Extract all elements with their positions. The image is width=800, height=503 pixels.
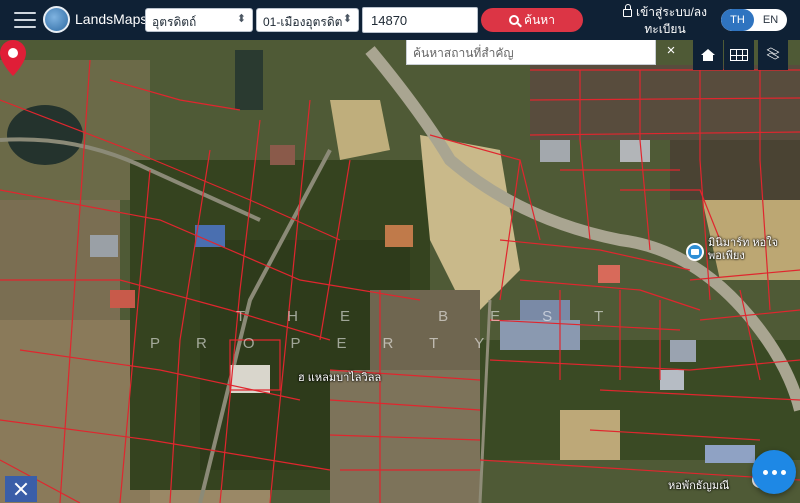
location-pin-icon[interactable]	[0, 40, 26, 76]
grid-icon	[730, 49, 748, 61]
postal-code-input[interactable]: 14870	[362, 7, 478, 33]
watermark-line2: PROPERTY	[150, 335, 521, 352]
search-icon	[509, 15, 520, 25]
lang-en-option[interactable]: EN	[754, 9, 787, 31]
province-select-value: อุตรดิตถ์	[152, 15, 197, 29]
measure-tool-button[interactable]	[5, 476, 37, 502]
search-button-label: ค้นหา	[524, 12, 555, 27]
pin-label: ฮ แหลมบาไลวิลล	[298, 372, 382, 384]
top-navbar: LandsMaps อุตรดิตถ์ ⬍ 01-เมืองอุตรดิต ⬍ …	[0, 0, 800, 40]
language-toggle[interactable]: TH EN	[721, 9, 787, 31]
home-icon	[701, 49, 715, 61]
more-options-button[interactable]	[752, 450, 796, 494]
landsmaps-logo-icon[interactable]	[43, 6, 70, 33]
layers-icon	[766, 47, 780, 62]
parcel-grid-button[interactable]	[724, 40, 754, 70]
dorm-poi-label: หอพักธัญมณี	[668, 480, 730, 492]
chevron-updown-icon: ⬍	[342, 13, 352, 25]
search-button[interactable]: ค้นหา	[481, 8, 583, 32]
poi-search-input[interactable]: ค้นหาสถานที่สำคัญ	[406, 40, 656, 65]
satellite-map[interactable]: THE BEST PROPERTY ฮ แหลมบาไลวิลล มินิมาร…	[0, 40, 800, 503]
shop-poi-icon[interactable]	[686, 243, 704, 261]
lang-th-option[interactable]: TH	[721, 9, 754, 31]
more-dots-icon	[762, 469, 768, 475]
layers-button[interactable]	[758, 40, 788, 70]
brand-name: LandsMaps	[75, 11, 148, 27]
province-select[interactable]: อุตรดิตถ์ ⬍	[145, 8, 253, 32]
lock-icon	[622, 4, 632, 17]
login-register-label: เข้าสู่ระบบ/ลงทะเบียน	[635, 5, 708, 36]
district-select-value: 01-เมืองอุตรดิต	[263, 15, 343, 29]
close-icon[interactable]: ×	[660, 42, 682, 62]
shop-poi-label: มินิมาร์ท หอใจ พอเพียง	[708, 237, 779, 262]
measure-tool-icon	[14, 482, 28, 496]
home-button[interactable]	[693, 40, 723, 70]
map-imagery	[0, 40, 800, 503]
hamburger-menu-icon[interactable]	[14, 12, 36, 28]
chevron-updown-icon: ⬍	[236, 13, 246, 25]
district-select[interactable]: 01-เมืองอุตรดิต ⬍	[256, 8, 359, 32]
login-register-link[interactable]: เข้าสู่ระบบ/ลงทะเบียน	[610, 4, 720, 38]
watermark-line1: THE BEST	[236, 308, 646, 325]
